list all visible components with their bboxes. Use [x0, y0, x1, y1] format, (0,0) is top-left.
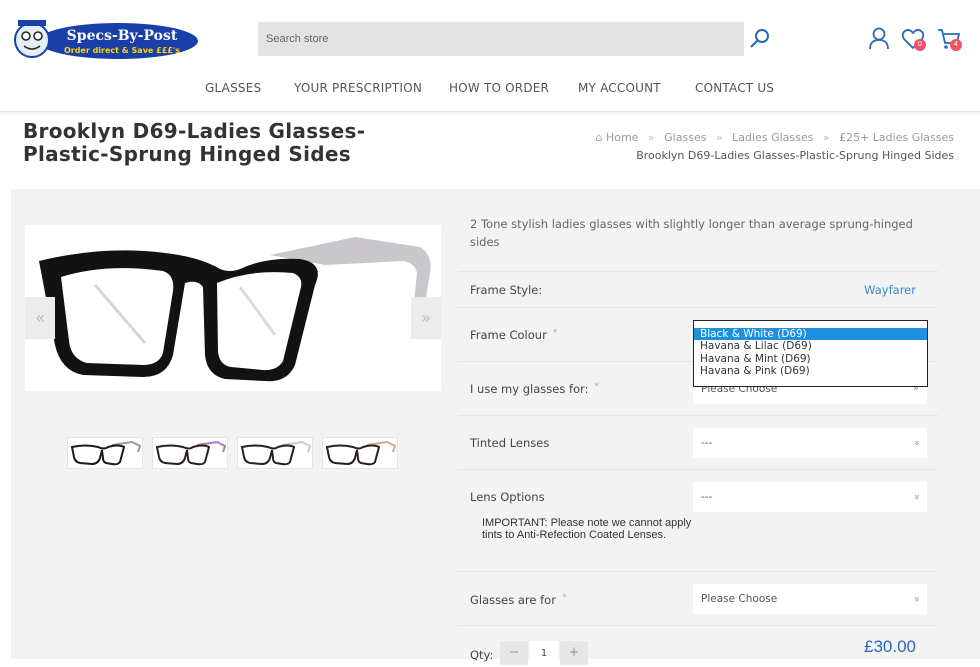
frame-style-label: Frame Style: — [470, 283, 543, 297]
required-mark: * — [594, 382, 599, 392]
thumbnail-4[interactable] — [322, 437, 398, 469]
product-price: £30.00 — [864, 637, 916, 656]
chevron-down-icon: » — [910, 439, 922, 447]
breadcrumb-separator-icon: » — [647, 131, 655, 144]
breadcrumb-glasses[interactable]: Glasses — [664, 131, 706, 144]
nav-item-my-account[interactable]: MY ACCOUNT — [578, 81, 661, 95]
thumbnail-glasses-image — [70, 440, 142, 466]
frame-colour-option[interactable]: Black & White (D69) — [694, 328, 927, 341]
thumbnail-glasses-image — [155, 440, 227, 466]
breadcrumb-separator-icon: » — [822, 131, 830, 144]
qty-label: Qty: — [470, 648, 494, 662]
breadcrumb-home[interactable]: Home — [606, 131, 638, 144]
divider — [458, 271, 938, 272]
frame-colour-dropdown[interactable]: Black & White (D69) Havana & Lilac (D69)… — [693, 320, 928, 387]
thumbnail-glasses-image — [240, 440, 312, 466]
frame-colour-option[interactable]: Havana & Pink (D69) — [694, 365, 927, 377]
wishlist-count-badge: 0 — [914, 39, 926, 51]
main-nav: GLASSES YOUR PRESCRIPTION HOW TO ORDER M… — [0, 81, 980, 99]
tinted-lenses-select[interactable]: --- » — [693, 428, 927, 458]
nav-item-how-to-order[interactable]: HOW TO ORDER — [449, 81, 549, 95]
nav-item-glasses[interactable]: GLASSES — [205, 81, 261, 95]
breadcrumb-current: Brooklyn D69-Ladies Glasses-Plastic-Spru… — [636, 149, 954, 162]
lens-options-select[interactable]: --- » — [693, 482, 927, 512]
breadcrumb: ⌂ Home » Glasses » Ladies Glasses » £25+… — [595, 129, 954, 165]
important-note: IMPORTANT: Please note we cannot apply t… — [482, 517, 692, 541]
site-header: Specs-By-Post Order direct & Save £££'s … — [0, 0, 980, 112]
prev-image-arrow-icon[interactable]: « — [25, 297, 55, 339]
nav-item-contact-us[interactable]: CONTACT US — [695, 81, 774, 95]
thumbnail-glasses-image — [325, 440, 397, 466]
lens-options-label: Lens Options — [470, 490, 545, 504]
account-icon[interactable] — [866, 26, 892, 52]
breadcrumb-ladies-25[interactable]: £25+ Ladies Glasses — [839, 131, 954, 144]
search-icon[interactable] — [748, 26, 772, 50]
required-mark: * — [552, 328, 558, 338]
required-mark: * — [561, 593, 567, 603]
frame-colour-label: Frame Colour * — [470, 328, 557, 342]
chevron-down-icon: » — [910, 595, 922, 603]
thumbnail-2[interactable] — [152, 437, 228, 469]
product-description: 2 Tone stylish ladies glasses with sligh… — [470, 217, 913, 249]
glasses-for-label-text: Glasses are for — [470, 593, 556, 607]
qty-plus-button[interactable]: + — [560, 641, 588, 665]
search-input[interactable]: Search store — [258, 22, 744, 56]
cart-count-badge: 4 — [950, 39, 962, 51]
divider — [458, 571, 938, 572]
next-image-arrow-icon[interactable]: » — [411, 297, 441, 339]
use-label-text: I use my glasses for: — [470, 382, 589, 396]
svg-text:Order direct & Save £££'s: Order direct & Save £££'s — [64, 46, 180, 55]
qty-input[interactable]: 1 — [530, 641, 558, 665]
lens-options-value: --- — [701, 491, 713, 503]
glasses-for-select[interactable]: Please Choose » — [693, 584, 927, 614]
thumbnail-1[interactable] — [67, 437, 143, 469]
home-icon: ⌂ — [595, 131, 603, 144]
product-main-image[interactable] — [25, 225, 441, 391]
glasses-for-label: Glasses are for * — [470, 593, 566, 607]
breadcrumb-separator-icon: » — [715, 131, 723, 144]
frame-style-value[interactable]: Wayfarer — [864, 283, 916, 297]
glasses-for-value: Please Choose — [701, 593, 778, 605]
frame-colour-option[interactable]: Havana & Lilac (D69) — [694, 340, 927, 352]
breadcrumb-ladies-glasses[interactable]: Ladies Glasses — [732, 131, 813, 144]
frame-colour-option[interactable]: Havana & Mint (D69) — [694, 353, 927, 365]
thumbnail-3[interactable] — [237, 437, 313, 469]
divider — [458, 415, 938, 416]
divider — [458, 625, 938, 626]
qty-minus-button[interactable]: − — [500, 641, 528, 665]
page-title: Brooklyn D69-Ladies Glasses-Plastic-Spru… — [23, 119, 366, 166]
tinted-lenses-value: --- — [701, 437, 713, 449]
nav-item-prescription[interactable]: YOUR PRESCRIPTION — [294, 81, 422, 95]
svg-text:Specs-By-Post: Specs-By-Post — [67, 28, 178, 44]
site-logo[interactable]: Specs-By-Post Order direct & Save £££'s — [10, 14, 198, 66]
tinted-lenses-label: Tinted Lenses — [470, 436, 550, 450]
divider — [458, 307, 938, 308]
chevron-down-icon: » — [910, 493, 922, 501]
frame-colour-label-text: Frame Colour — [470, 328, 547, 342]
divider — [458, 469, 938, 470]
use-label: I use my glasses for: * — [470, 382, 599, 396]
